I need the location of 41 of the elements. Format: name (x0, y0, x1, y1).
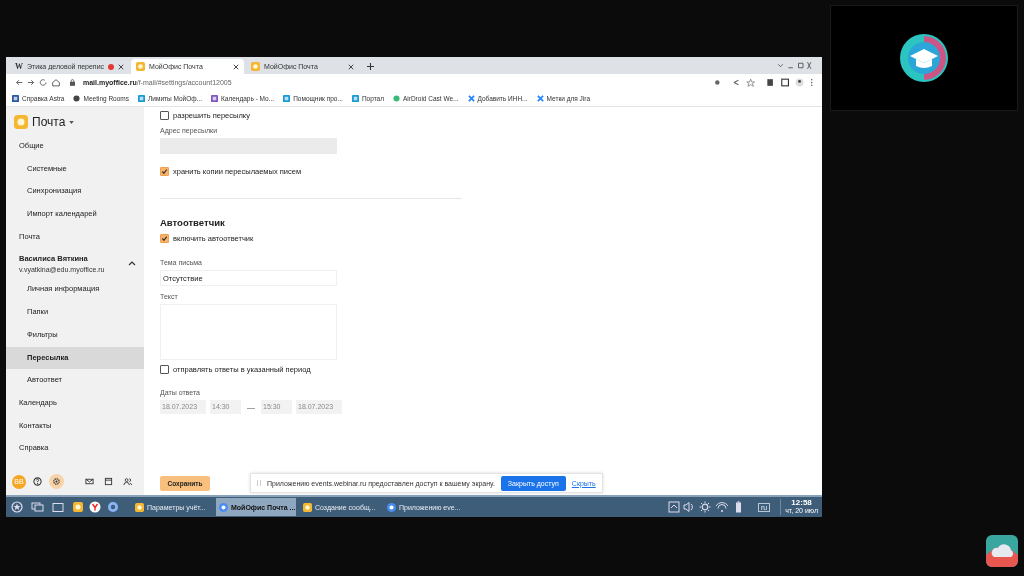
browser-icon (387, 502, 396, 512)
people-icon (123, 477, 132, 486)
settings-button[interactable] (49, 474, 64, 489)
square-icon (12, 94, 19, 102)
mail-app-icon (303, 502, 312, 512)
wiki-icon: W (15, 62, 23, 71)
mail-app-icon (14, 115, 28, 129)
close-icon[interactable] (348, 63, 355, 70)
browser-icon (219, 502, 228, 512)
close-icon[interactable] (118, 63, 125, 70)
globe-icon (73, 94, 81, 102)
close-icon[interactable] (233, 63, 240, 70)
square-icon (138, 94, 145, 102)
chevron-icon[interactable] (128, 260, 136, 266)
calendar-icon (104, 477, 113, 486)
cross-icon (467, 94, 475, 102)
navigation-icon[interactable] (14, 77, 62, 87)
mail-app-icon (136, 62, 146, 71)
section-heading: Автоответчик (160, 217, 225, 228)
mail-app-icon (135, 502, 144, 512)
square-icon (283, 94, 291, 102)
new-tab-icon[interactable] (367, 63, 375, 70)
caret-icon[interactable] (69, 120, 75, 124)
settings-icon (52, 477, 61, 486)
graduation-cap-logo (900, 34, 948, 82)
browser-toolbar-icon[interactable] (714, 77, 814, 87)
lock-icon (70, 78, 75, 86)
help-icon (33, 477, 42, 486)
cloud-app-icon[interactable] (986, 535, 1018, 567)
square-icon (211, 94, 219, 102)
help-button[interactable] (30, 474, 45, 489)
square-icon (351, 94, 359, 102)
app-title[interactable]: Почта (32, 115, 66, 129)
mail-app-icon (251, 62, 261, 71)
clock-time: 12:58 (791, 499, 812, 507)
checkmark-icon (161, 235, 168, 242)
envelope-icon (85, 477, 94, 486)
checkmark-icon (161, 168, 168, 175)
circle-icon (393, 94, 400, 102)
cross-icon (536, 94, 544, 102)
range-dash: — (246, 402, 256, 412)
